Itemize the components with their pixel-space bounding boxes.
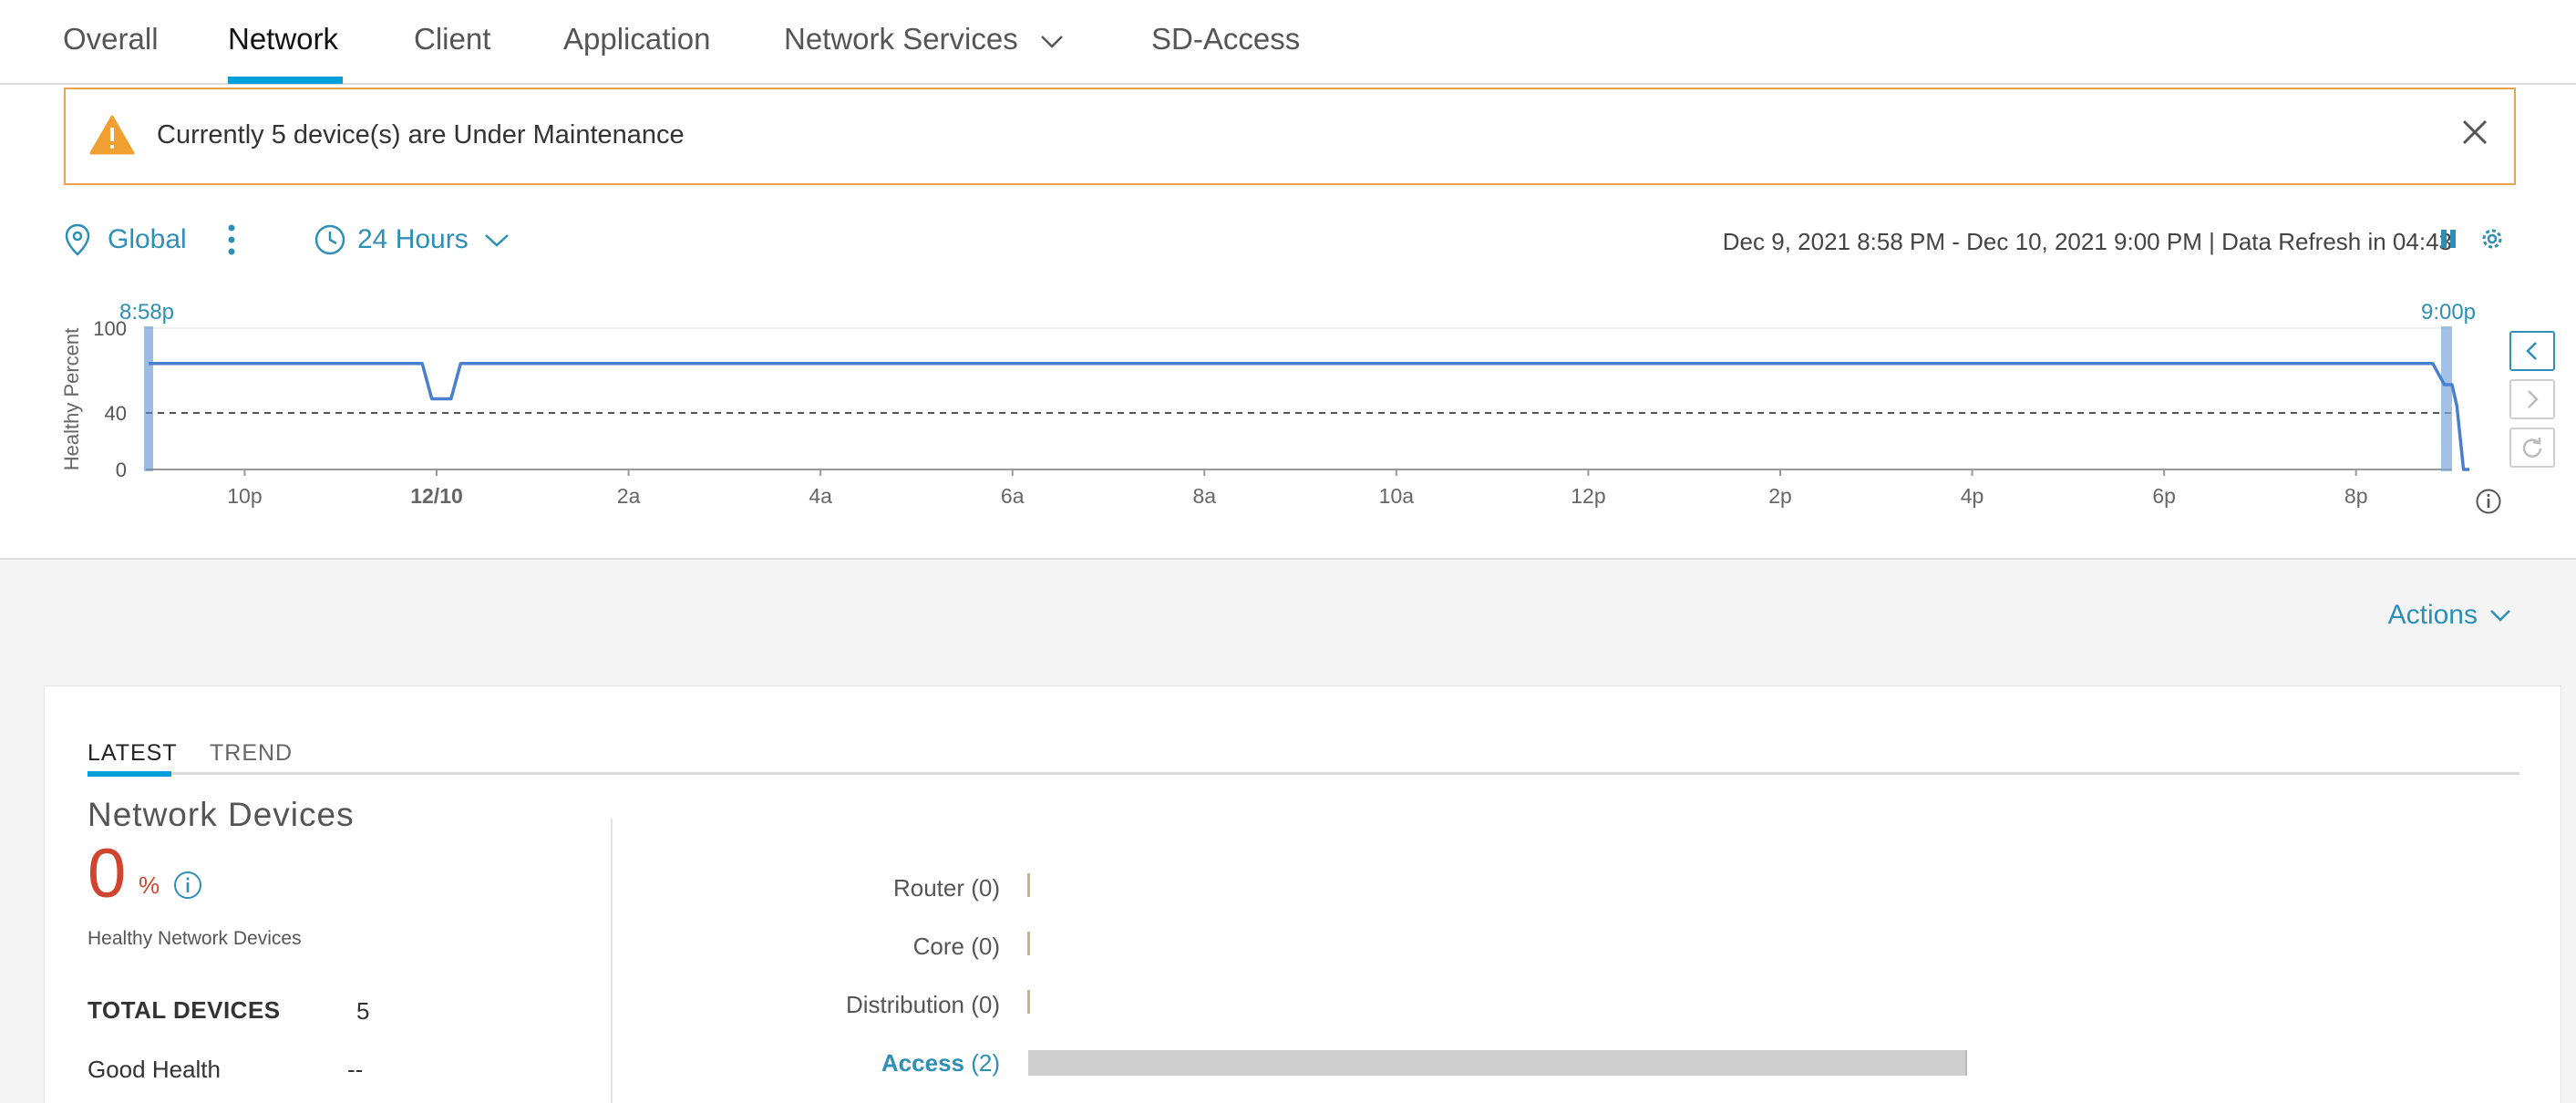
- total-devices-value: 5: [356, 997, 370, 1025]
- date-range-text: Dec 9, 2021 8:58 PM - Dec 10, 2021 9:00 …: [1722, 228, 2452, 255]
- healthy-devices-label: Healthy Network Devices: [88, 928, 302, 949]
- timeline-reset-button[interactable]: [2509, 428, 2555, 468]
- y-axis-label: Healthy Percent: [60, 328, 83, 471]
- category-count: (0): [971, 933, 1000, 960]
- x-tick-label: 8a: [1192, 484, 1216, 508]
- chevron-down-icon: [1041, 36, 1063, 49]
- health-subtabs: LATEST TREND: [88, 740, 2519, 777]
- time-range-dropdown[interactable]: 24 Hours: [314, 219, 510, 261]
- x-tick-label: 10p: [227, 484, 262, 508]
- category-count: (0): [971, 991, 1000, 1018]
- category-name: Core: [912, 933, 972, 960]
- x-tick-label: 6p: [2152, 484, 2176, 508]
- category-bar-core: [1027, 932, 1030, 955]
- close-icon[interactable]: [2459, 117, 2490, 148]
- x-tick-label: 4a: [809, 484, 832, 508]
- chevron-down-icon: [2490, 610, 2510, 622]
- gear-icon[interactable]: [2478, 225, 2506, 253]
- category-count: (0): [971, 874, 1000, 902]
- chevron-down-icon: [484, 234, 509, 247]
- top-navigation: Overall Network Client Application Netwo…: [0, 0, 2576, 85]
- x-tick-label: 2a: [617, 484, 641, 508]
- x-tick-label: 6a: [1001, 484, 1025, 508]
- banner-message: Currently 5 device(s) are Under Maintena…: [157, 120, 685, 149]
- warning-icon: [89, 115, 135, 155]
- tab-latest[interactable]: LATEST: [88, 740, 178, 767]
- refresh-icon: [2522, 438, 2542, 458]
- category-label-distribution: Distribution (0): [544, 991, 1000, 1019]
- tab-overall[interactable]: Overall: [63, 22, 159, 57]
- actions-dropdown[interactable]: Actions: [2388, 600, 2512, 631]
- info-icon[interactable]: [172, 870, 203, 901]
- selection-start-handle[interactable]: [144, 326, 153, 471]
- good-health-label: Good Health: [88, 1056, 221, 1083]
- tab-network[interactable]: Network: [228, 22, 338, 57]
- category-name: Router: [892, 874, 972, 902]
- location-filter[interactable]: Global: [64, 219, 187, 261]
- timeline-forward-button[interactable]: [2509, 379, 2555, 419]
- x-tick-label: 4p: [1961, 484, 1984, 508]
- more-options-icon[interactable]: [224, 222, 239, 257]
- x-tick-label: 8p: [2344, 484, 2368, 508]
- active-tab-indicator: [228, 77, 343, 84]
- location-pin-icon: [65, 223, 90, 256]
- timeline-back-button[interactable]: [2509, 331, 2555, 371]
- actions-label: Actions: [2387, 600, 2478, 630]
- network-devices-title: Network Devices: [88, 796, 355, 833]
- chevron-left-icon: [2526, 342, 2537, 360]
- maintenance-banner: Currently 5 device(s) are Under Maintena…: [64, 88, 2516, 185]
- x-tick-label: 12p: [1571, 484, 1605, 508]
- health-score: 0: [88, 835, 127, 912]
- health-timeline-chart[interactable]: Healthy Percent 040100 10p 12/10 2a 4a 6a 8a 1…: [0, 292, 2498, 529]
- x-tick-label: 12/10: [410, 484, 463, 508]
- tab-client[interactable]: Client: [414, 22, 490, 57]
- time-range-label: 24 Hours: [357, 224, 469, 254]
- good-health-value: --: [347, 1056, 364, 1083]
- selection-end-handle[interactable]: [2441, 326, 2452, 471]
- location-label: Global: [108, 224, 187, 254]
- category-bar-access[interactable]: [1028, 1050, 1967, 1076]
- category-label-core: Core (0): [544, 933, 1000, 961]
- health-series-line: [149, 362, 2469, 471]
- y-tick-label: 40: [105, 402, 127, 425]
- clock-icon: [314, 224, 345, 255]
- tab-trend[interactable]: TREND: [210, 740, 293, 767]
- category-bar-distribution: [1027, 990, 1030, 1014]
- selection-start-label: 8:58p: [119, 300, 174, 325]
- health-score-unit: %: [139, 871, 160, 899]
- category-count: (2): [971, 1049, 1000, 1077]
- chevron-right-icon: [2528, 390, 2539, 408]
- category-label-access[interactable]: Access (2): [544, 1049, 1000, 1077]
- category-name: Distribution: [845, 991, 972, 1018]
- category-label-router: Router (0): [544, 874, 1000, 902]
- category-bar-router: [1027, 873, 1030, 897]
- selection-end-label: 9:00p: [2421, 300, 2476, 325]
- tab-application[interactable]: Application: [563, 22, 710, 57]
- tab-sd-access[interactable]: SD-Access: [1151, 22, 1300, 57]
- x-tick-label: 10a: [1379, 484, 1415, 508]
- pause-icon[interactable]: [2438, 228, 2458, 252]
- y-tick-label: 0: [116, 459, 127, 481]
- info-icon[interactable]: [2475, 488, 2502, 515]
- total-devices-label: TOTAL DEVICES: [88, 996, 281, 1024]
- active-subtab-indicator: [88, 771, 171, 777]
- x-tick-label: 2p: [1768, 484, 1792, 508]
- category-name: Access: [881, 1049, 972, 1077]
- tab-network-services[interactable]: Network Services: [784, 22, 1065, 57]
- tab-network-services-label: Network Services: [784, 22, 1018, 56]
